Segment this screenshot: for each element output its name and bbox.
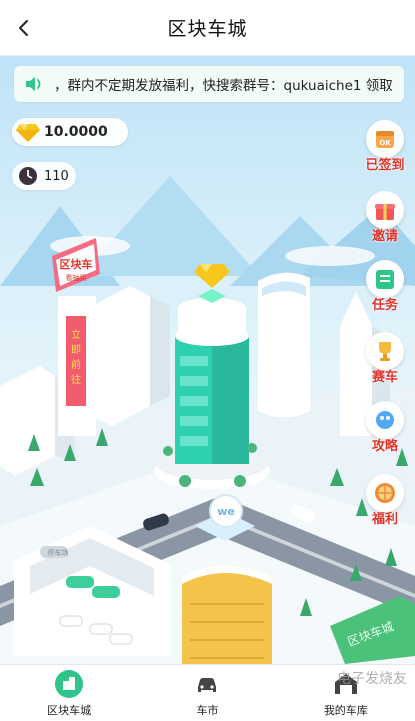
page-title: 区块车城 (167, 18, 248, 40)
checkin-icon: OK (366, 120, 404, 158)
wheel-icon (366, 474, 404, 512)
city-icon (55, 669, 84, 698)
svg-text:看抽奖: 看抽奖 (66, 273, 87, 282)
welfare-label: 福利 (371, 512, 398, 527)
nav-item-market[interactable]: 车市 (138, 665, 276, 721)
invite-button[interactable]: 邀请 (355, 191, 415, 244)
energy-pill[interactable]: 110 (12, 162, 76, 190)
nav-label-market: 车市 (196, 703, 219, 717)
city-illustration: 立 即 前 往 区块车 看抽奖 we 停车场 区块车城 (0, 176, 415, 664)
trophy-icon (366, 332, 404, 370)
svg-text:we: we (217, 505, 235, 518)
speaker-icon (14, 66, 54, 102)
chevron-left-icon (19, 20, 28, 36)
back-button[interactable] (6, 10, 42, 46)
svg-text:前: 前 (71, 358, 81, 371)
balance-value: 10.0000 (44, 124, 108, 140)
task-label: 任务 (371, 298, 398, 313)
clock-icon (12, 162, 44, 190)
diamond-icon (12, 118, 44, 146)
svg-text:OK: OK (379, 139, 391, 147)
invite-label: 邀请 (371, 229, 398, 244)
nav-label-garage: 我的车库 (323, 703, 368, 717)
car-icon (198, 677, 217, 692)
banner-char: 立 (71, 328, 81, 341)
race-label: 赛车 (371, 370, 398, 385)
checkin-label: 已签到 (365, 158, 405, 173)
strategy-icon (366, 401, 404, 439)
checkin-button[interactable]: OK 已签到 (355, 120, 415, 173)
svg-text:停车场: 停车场 (48, 548, 69, 557)
balance-pill[interactable]: 10.0000 (12, 118, 128, 146)
notice-text: ，群内不定期发放福利，快搜索群号：qukuaiche1 领取 (54, 78, 393, 94)
energy-value: 110 (44, 168, 69, 184)
watermark: 电子发烧友 (337, 671, 407, 687)
svg-text:即: 即 (71, 344, 81, 356)
task-button[interactable]: 任务 (355, 260, 415, 313)
svg-text:往: 往 (71, 373, 81, 386)
notice-bar[interactable]: ，群内不定期发放福利，快搜索群号：qukuaiche1 领取 (14, 66, 404, 102)
gift-icon (366, 191, 404, 229)
race-button[interactable]: 赛车 (355, 332, 415, 385)
top-bar: 区块车城 (0, 0, 415, 56)
svg-text:区块车: 区块车 (60, 257, 93, 271)
nav-item-city[interactable]: 区块车城 (0, 665, 138, 721)
nav-label-city: 区块车城 (47, 703, 92, 717)
task-icon (366, 260, 404, 298)
city-scene: 立 即 前 往 区块车 看抽奖 we 停车场 区块车城 ，群内不定期发放福利，快… (0, 56, 415, 664)
strategy-label: 攻略 (371, 439, 398, 454)
strategy-button[interactable]: 攻略 (355, 401, 415, 454)
welfare-button[interactable]: 福利 (355, 474, 415, 527)
